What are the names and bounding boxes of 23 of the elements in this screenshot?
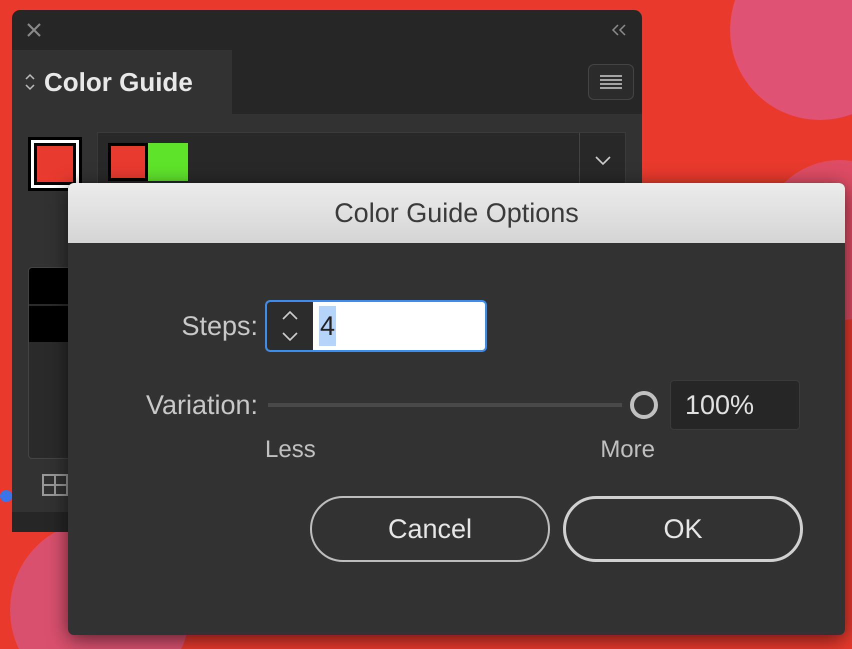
base-color-swatch[interactable]: [28, 137, 82, 191]
up-down-icon: [24, 72, 36, 92]
menu-icon: [600, 75, 622, 89]
dialog-title: Color Guide Options: [334, 196, 579, 230]
variation-label: Variation:: [144, 388, 258, 422]
steps-value: 4: [319, 306, 336, 346]
panel-tab[interactable]: Color Guide: [12, 50, 232, 114]
grid-icon[interactable]: [42, 474, 68, 496]
close-icon[interactable]: [26, 22, 42, 38]
collapse-icon[interactable]: [610, 24, 628, 36]
steps-field[interactable]: 4: [265, 300, 487, 352]
chevron-down-icon: [594, 156, 610, 166]
stepper-icon[interactable]: [280, 308, 300, 344]
variation-slider[interactable]: [268, 391, 658, 419]
panel-menu-button[interactable]: [588, 64, 634, 100]
dialog-button[interactable]: Cancel: [310, 496, 550, 562]
more-label: More: [600, 435, 655, 465]
less-label: Less: [265, 435, 316, 465]
dialog-button[interactable]: OK: [563, 496, 803, 562]
variation-reading: 100%: [670, 380, 800, 430]
steps-label: Steps:: [180, 310, 258, 343]
slider-thumb[interactable]: [630, 391, 658, 419]
panel-title: Color Guide: [44, 66, 193, 98]
